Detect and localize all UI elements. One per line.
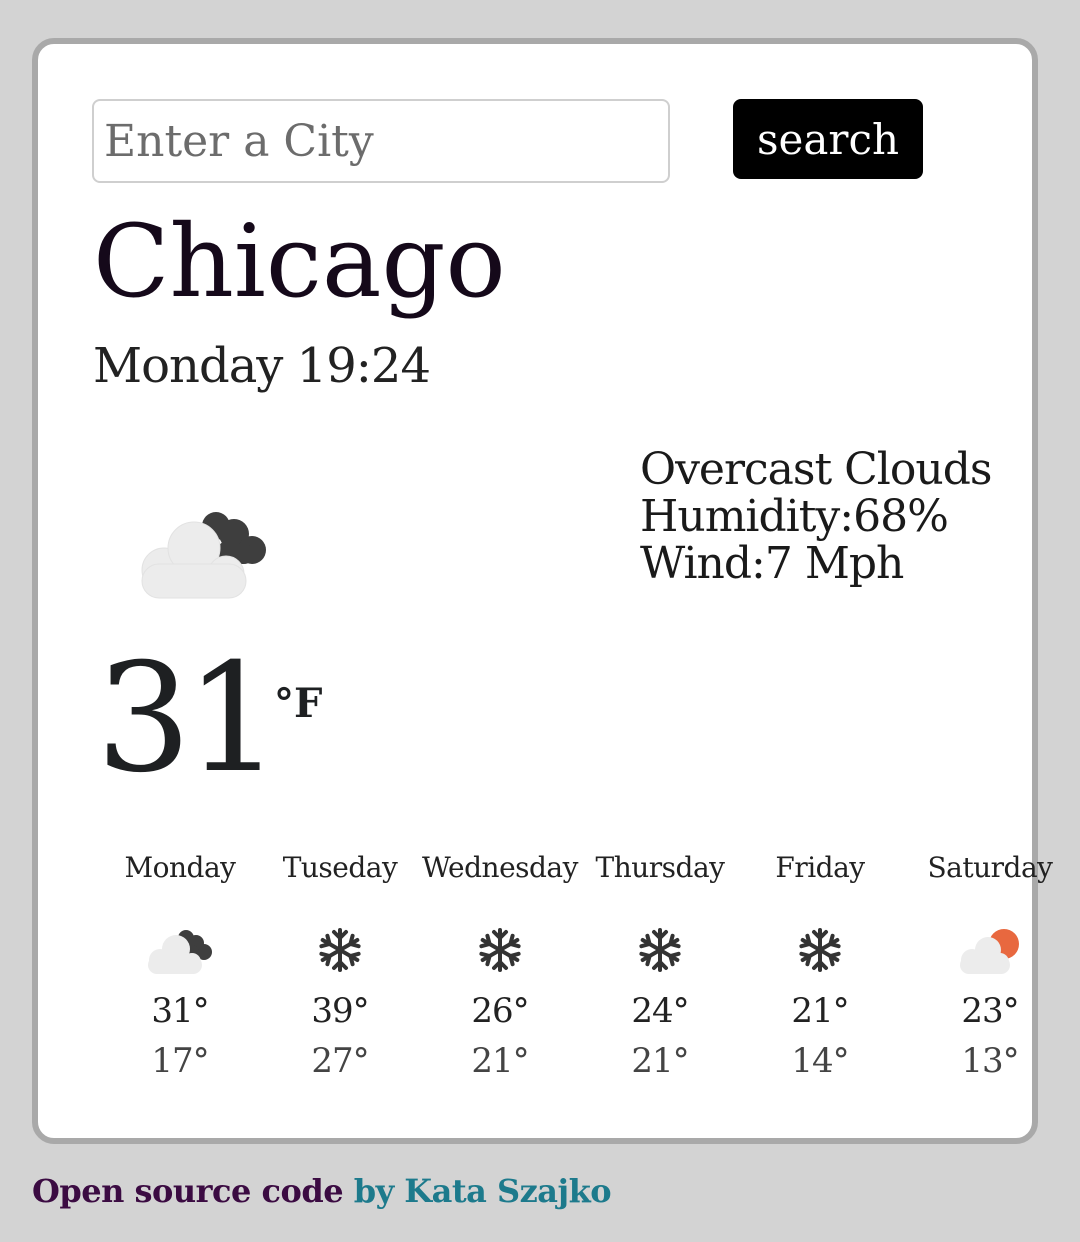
- forecast-max-temp: 24°: [631, 991, 689, 1031]
- author-credit: by Kata Szajko: [353, 1172, 612, 1210]
- forecast-day: Friday 21° 14°: [740, 851, 900, 1081]
- open-source-link[interactable]: Open source code: [32, 1172, 344, 1210]
- forecast-day-name: Thursday: [595, 851, 725, 884]
- forecast-min-temp: 21°: [631, 1041, 689, 1081]
- overcast-clouds-icon: [148, 930, 212, 974]
- forecast-min-temp: 14°: [791, 1041, 849, 1081]
- wind-value: Wind:7 Mph: [640, 538, 904, 589]
- forecast-day: Monday 31° 17°: [100, 851, 260, 1081]
- forecast-day: Thursday 24° 21°: [580, 851, 740, 1081]
- forecast-day: Saturday 23° 13°: [910, 851, 1070, 1081]
- forecast-day-name: Saturday: [927, 851, 1053, 884]
- forecast-max-temp: 23°: [961, 991, 1019, 1031]
- forecast-day-name: Tuseday: [282, 851, 398, 884]
- snowflake-icon: [479, 928, 521, 972]
- forecast-max-temp: 39°: [311, 991, 369, 1031]
- temperature-unit[interactable]: °F: [274, 684, 322, 724]
- forecast-day-name: Wednesday: [422, 851, 578, 884]
- snowflake-icon: [799, 928, 841, 972]
- forecast-min-temp: 21°: [471, 1041, 529, 1081]
- overcast-clouds-icon: [141, 512, 266, 599]
- forecast-day: Tuseday 39° 27°: [260, 851, 420, 1081]
- forecast-min-temp: 27°: [311, 1041, 369, 1081]
- search-button[interactable]: search: [733, 99, 923, 179]
- city-search-input[interactable]: [92, 99, 670, 183]
- humidity-value: Humidity:68%: [640, 491, 949, 542]
- forecast-max-temp: 31°: [151, 991, 209, 1031]
- conditions-panel: Overcast Clouds Humidity:68% Wind:7 Mph: [640, 444, 992, 589]
- forecast-max-temp: 26°: [471, 991, 529, 1031]
- footer-credit: Open source code by Kata Szajko: [32, 1172, 612, 1210]
- forecast-row: Monday 31° 17° Tuseday 39° 27° Wednesday 26° 21°…: [86, 851, 1053, 1114]
- weather-card: search Chicago Monday 19:24 Overcast Clo…: [32, 38, 1053, 1144]
- forecast-max-temp: 21°: [791, 991, 849, 1031]
- current-datetime: Monday 19:24: [93, 338, 431, 394]
- weather-description: Overcast Clouds: [640, 444, 992, 495]
- forecast-day: Wednesday 26° 21°: [420, 851, 580, 1081]
- city-name: Chicago: [93, 203, 506, 320]
- forecast-min-temp: 17°: [151, 1041, 209, 1081]
- forecast-min-temp: 13°: [961, 1041, 1019, 1081]
- snowflake-icon: [319, 928, 361, 972]
- current-temperature: 31: [96, 632, 281, 806]
- forecast-day-name: Friday: [775, 851, 865, 884]
- forecast-day-name: Monday: [124, 851, 237, 884]
- snowflake-icon: [639, 928, 681, 972]
- few-clouds-icon: [960, 929, 1019, 974]
